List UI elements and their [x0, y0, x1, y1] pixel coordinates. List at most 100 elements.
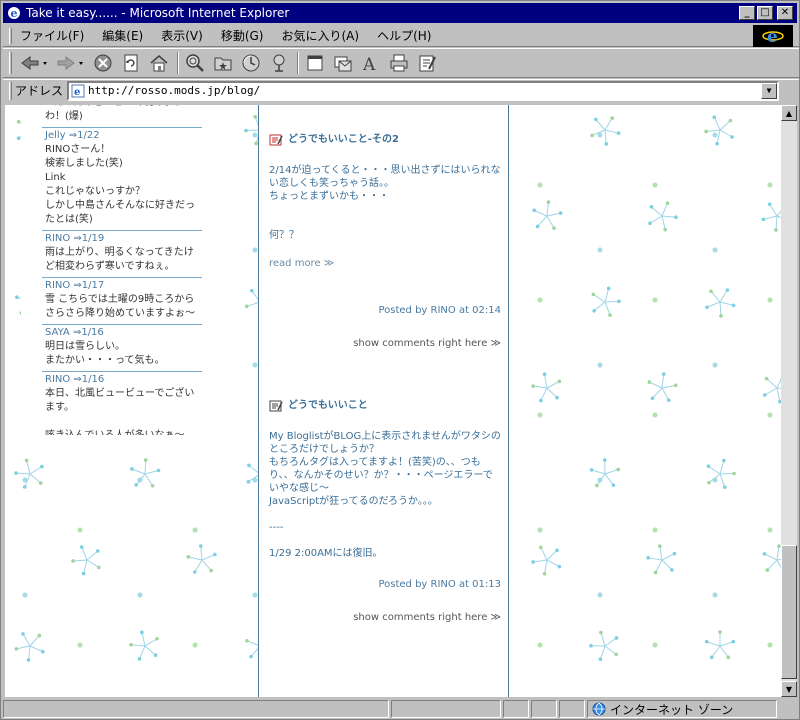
- menu-favorites[interactable]: お気に入り(A): [281, 27, 359, 44]
- title-bar[interactable]: e Take it easy...... - Microsoft Interne…: [3, 3, 797, 23]
- comment-body: 本日、北風ビュービューでございます。 咳き込んでいる人が多いなぁ～: [45, 388, 195, 435]
- comment-header[interactable]: RINO ⇒1/17: [45, 279, 202, 293]
- menu-go[interactable]: 移動(G): [221, 27, 264, 44]
- favorites-icon[interactable]: [210, 51, 236, 75]
- background-star-icon: [532, 200, 563, 230]
- address-label: アドレス: [15, 84, 64, 98]
- background-star-icon: [14, 632, 45, 662]
- comment-item: RINO ⇒1/19 雨は上がり、明るくなってきたけど相変わらず寒いですねぇ。: [42, 231, 202, 278]
- background-star-icon: [589, 630, 619, 662]
- scroll-down-icon[interactable]: ▼: [781, 681, 797, 697]
- background-star-icon: [14, 458, 44, 489]
- forward-icon[interactable]: [54, 51, 88, 75]
- minimize-button[interactable]: _: [739, 6, 755, 20]
- comment-header[interactable]: RINO ⇒1/16: [45, 373, 202, 387]
- status-bar: インターネット ゾーン: [3, 699, 799, 719]
- background-star-icon: [705, 288, 736, 318]
- home-icon[interactable]: [146, 51, 172, 75]
- post-body: My BloglistがBLOG上に表示されませんがワタシのところだけでしょうか…: [269, 431, 501, 559]
- comment-item: SAYA ⇒1/16 明日は雪らしい。 またかい・・・って気も。: [42, 325, 202, 372]
- background-star-icon: [590, 116, 621, 146]
- mail-icon[interactable]: [330, 51, 356, 75]
- ie-window-icon[interactable]: e: [6, 5, 22, 21]
- menu-view[interactable]: 表示(V): [161, 27, 203, 44]
- background-star-icon: [647, 372, 678, 403]
- read-more-link[interactable]: read more ≫: [269, 257, 501, 270]
- stop-icon[interactable]: [90, 51, 116, 75]
- comment-item: Jelly ⇒1/22 RINOさーん！ 検索しました(笑) Link これじゃ…: [42, 128, 202, 231]
- background-star-icon: [531, 545, 562, 576]
- background-star-icon: [71, 545, 101, 576]
- background-star-icon: [706, 458, 736, 489]
- back-icon[interactable]: [18, 51, 52, 75]
- post-footer: Posted by RINO at 01:13: [378, 579, 501, 590]
- page-viewport: ~たのだけど！ビルで眺めようわ！(爆) Jelly ⇒1/22 RINOさーん！…: [5, 105, 781, 697]
- sidebar-comments-frame: ~たのだけど！ビルで眺めようわ！(爆) Jelly ⇒1/22 RINOさーん！…: [21, 105, 221, 435]
- menu-file[interactable]: ファイル(F): [20, 27, 84, 44]
- search-icon[interactable]: [182, 51, 208, 75]
- post-title[interactable]: どうでもいいこと: [269, 399, 501, 412]
- close-button[interactable]: ✕: [777, 6, 793, 20]
- refresh-icon[interactable]: [118, 51, 144, 75]
- blog-post: どうでもいいこと-その2 2/14が迫ってくると・・・思い出さずにはいられない恋…: [269, 133, 501, 350]
- scroll-up-icon[interactable]: ▲: [781, 105, 797, 121]
- toolbar-grip[interactable]: [9, 52, 12, 74]
- history-icon[interactable]: [238, 51, 264, 75]
- background-star-icon: [130, 458, 161, 488]
- memo-icon: [269, 400, 283, 411]
- edit-icon[interactable]: [414, 51, 440, 75]
- svg-text:A: A: [362, 55, 376, 73]
- comment-header[interactable]: RINO ⇒1/19: [45, 232, 202, 246]
- menu-edit[interactable]: 編集(E): [102, 27, 143, 44]
- standard-toolbar: A: [3, 48, 799, 78]
- menu-help[interactable]: ヘルプ(H): [377, 27, 431, 44]
- background-star-icon: [761, 202, 781, 232]
- background-star-icon: [646, 544, 677, 575]
- post-title-text: どうでもいいこと-その2: [288, 134, 399, 145]
- background-star-icon: [648, 201, 678, 232]
- background-star-icon: [186, 544, 217, 574]
- address-grip[interactable]: [9, 81, 12, 100]
- zone-label: インターネット ゾーン: [610, 702, 734, 717]
- post-body: 2/14が迫ってくると・・・思い出さずにはいられない恋しくも笑っちゃう話。。 ち…: [269, 165, 501, 241]
- comment-item: RINO ⇒1/16 本日、北風ビュービューでございます。 咳き込んでいる人が多…: [42, 372, 202, 435]
- maximize-button[interactable]: □: [757, 6, 773, 20]
- browser-window: e Take it easy...... - Microsoft Interne…: [0, 0, 800, 720]
- fullscreen-icon[interactable]: [302, 51, 328, 75]
- scroll-thumb[interactable]: [781, 545, 797, 679]
- background-star-icon: [531, 372, 562, 403]
- ie-throbber-icon: e: [753, 25, 793, 47]
- background-star-icon: [704, 115, 734, 146]
- comment-body: RINOさーん！ 検索しました(笑) Link これじゃないっすか？ しかし中島…: [45, 144, 195, 225]
- background-star-icon: [591, 286, 621, 317]
- comment-item: ~たのだけど！ビルで眺めようわ！(爆): [42, 105, 202, 128]
- menu-bar: ファイル(F) 編集(E) 表示(V) 移動(G) お気に入り(A) ヘルプ(H…: [3, 25, 799, 47]
- blog-post: どうでもいいこと My BloglistがBLOG上に表示されませんがワタシのと…: [269, 399, 501, 624]
- background-star-icon: [704, 630, 736, 660]
- status-pane: [531, 700, 557, 718]
- svg-text:e: e: [74, 87, 80, 98]
- address-dropdown-icon[interactable]: ▼: [761, 82, 778, 99]
- post-title-text: どうでもいいこと: [288, 400, 368, 411]
- page-scrollbar[interactable]: ▲ ▼: [781, 105, 797, 697]
- page-icon: e: [71, 84, 85, 98]
- font-size-icon[interactable]: A: [358, 51, 384, 75]
- comment-item: RINO ⇒1/17 雪 こちらでは土曜の9時ころからさらさら降り始めていますよ…: [42, 278, 202, 325]
- show-comments-link[interactable]: show comments right here ≫: [269, 611, 501, 624]
- comment-header[interactable]: SAYA ⇒1/16: [45, 326, 202, 340]
- comment-header[interactable]: Jelly ⇒1/22: [45, 129, 202, 143]
- background-star-icon: [762, 544, 781, 572]
- status-text-pane: [3, 700, 389, 718]
- print-icon[interactable]: [386, 51, 412, 75]
- comment-body: ~たのだけど！ビルで眺めようわ！(爆): [45, 105, 183, 122]
- security-zone[interactable]: インターネット ゾーン: [587, 700, 777, 718]
- channels-icon[interactable]: [266, 51, 292, 75]
- menu-grip[interactable]: [9, 27, 12, 44]
- background-star-icon: [129, 630, 159, 661]
- internet-globe-icon: [592, 702, 606, 716]
- post-title[interactable]: どうでもいいこと-その2: [269, 133, 501, 146]
- toolbar-separator: [177, 52, 179, 74]
- memo-icon: [269, 134, 283, 145]
- show-comments-link[interactable]: show comments right here ≫: [269, 337, 501, 350]
- address-input[interactable]: e http://rosso.mods.jp/blog/ ▼: [67, 80, 780, 101]
